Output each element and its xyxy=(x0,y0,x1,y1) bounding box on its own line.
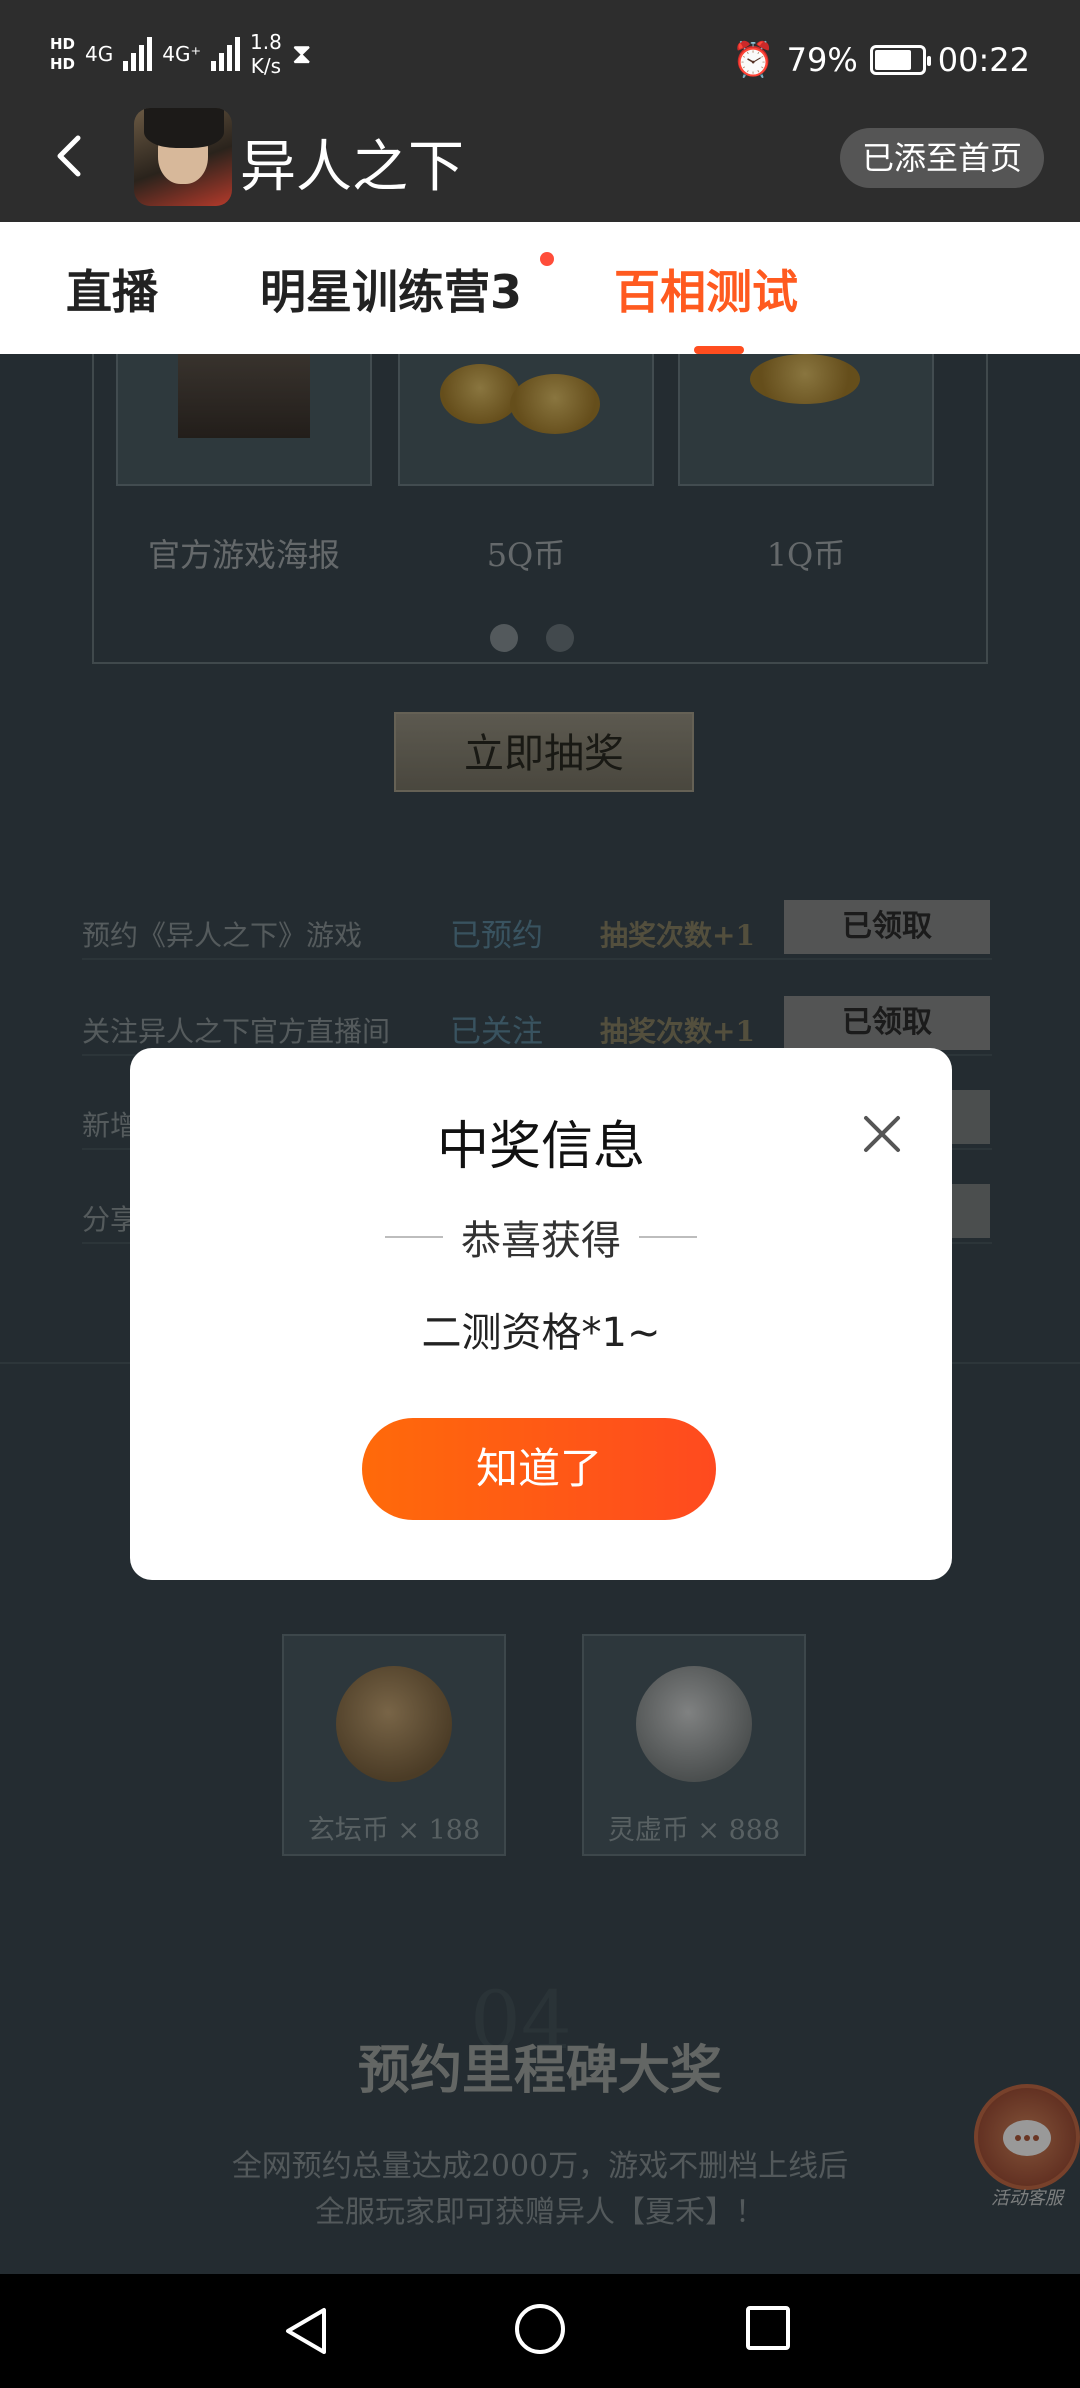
notification-dot xyxy=(540,252,554,266)
status-right: ⏰ 79% 00:22 xyxy=(732,40,1030,80)
divider-right xyxy=(639,1236,697,1238)
system-nav-bar xyxy=(0,2274,1080,2388)
got-it-button[interactable]: 知道了 xyxy=(362,1418,716,1520)
hd-top: HD xyxy=(50,35,76,53)
battery-icon xyxy=(869,45,931,75)
dialog-title: 中奖信息 xyxy=(436,1117,645,1177)
speed-unit: K/s xyxy=(250,54,282,78)
congrats-line: 恭喜获得 xyxy=(130,1208,952,1266)
close-icon[interactable] xyxy=(860,1112,904,1156)
divider-left xyxy=(385,1236,443,1238)
battery-percent: 79% xyxy=(786,41,858,79)
game-avatar[interactable] xyxy=(134,108,232,206)
tab-bar: 直播 明星训练营3 百相测试 xyxy=(0,222,1080,354)
hd-indicator: HD HD xyxy=(50,34,75,74)
hourglass-icon: ⧗ xyxy=(291,37,312,70)
active-tab-indicator xyxy=(694,346,744,354)
congrats-text: 恭喜获得 xyxy=(461,1218,621,1264)
tab-live[interactable]: 直播 xyxy=(66,256,158,322)
nav-back-icon[interactable] xyxy=(280,2304,332,2358)
app-bar: 异人之下 已添至首页 xyxy=(0,100,1080,222)
nav-recents-icon[interactable] xyxy=(746,2306,790,2350)
page-title: 异人之下 xyxy=(240,135,464,200)
network-type-2: 4G⁺ xyxy=(162,42,202,66)
clock: 00:22 xyxy=(937,41,1030,79)
speed-value: 1.8 xyxy=(250,30,282,54)
back-icon[interactable] xyxy=(40,126,100,186)
status-left: HD HD 4G 4G⁺ 1.8 K/s ⧗ xyxy=(50,30,312,78)
tab-star-camp[interactable]: 明星训练营3 xyxy=(260,256,522,322)
battery-fill xyxy=(874,50,912,70)
signal-icon-2 xyxy=(211,37,241,71)
alarm-icon: ⏰ xyxy=(732,40,775,80)
prize-text: 二测资格*1~ xyxy=(421,1310,661,1356)
prize-info-dialog: 中奖信息 恭喜获得 二测资格*1~ 知道了 xyxy=(130,1048,952,1580)
network-type-1: 4G xyxy=(85,42,114,66)
hd-bottom: HD xyxy=(50,55,76,73)
added-to-home-button[interactable]: 已添至首页 xyxy=(839,128,1044,188)
network-speed: 1.8 K/s xyxy=(250,30,282,78)
avatar-hair xyxy=(144,108,224,148)
tab-test[interactable]: 百相测试 xyxy=(614,256,798,322)
signal-icon xyxy=(123,37,153,71)
nav-home-icon[interactable] xyxy=(515,2304,565,2354)
